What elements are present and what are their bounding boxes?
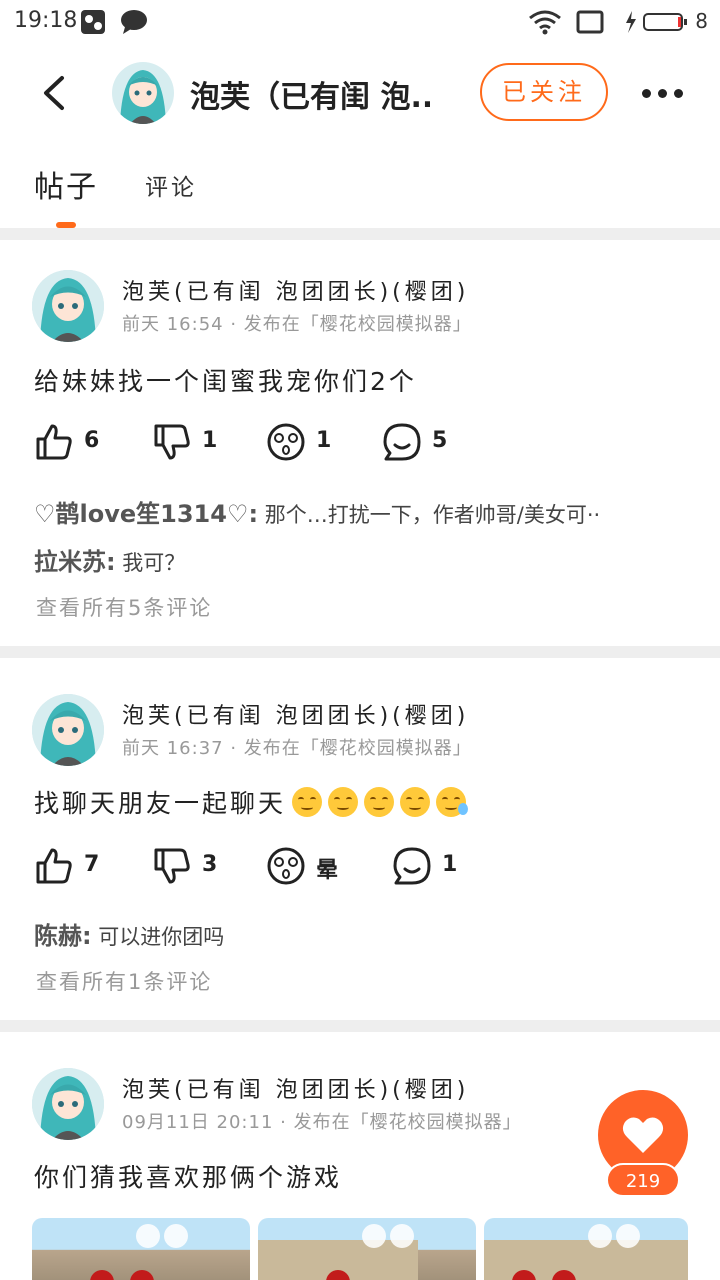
more-dot-icon xyxy=(674,89,683,98)
post-text[interactable]: 你们猜我喜欢那俩个游戏 xyxy=(34,1158,342,1194)
comment-preview[interactable]: ♡鹊love笙1314♡: 那个…打扰一下，作者帅哥/美女可·· xyxy=(34,494,694,529)
follow-button[interactable]: 已关注 xyxy=(480,63,608,121)
comment-button[interactable]: 1 xyxy=(392,844,482,888)
comment-user: ♡鹊love笙1314♡: xyxy=(34,500,259,528)
dizzy-face-icon xyxy=(267,847,305,885)
avatar[interactable] xyxy=(32,1068,104,1140)
comment-user: 陈赫: xyxy=(34,922,92,950)
smiling-face-icon xyxy=(364,787,395,817)
smiling-face-icon xyxy=(328,787,359,817)
post-actions: 7 3 晕 1 xyxy=(34,844,694,888)
comment-text: 可以进你团吗 xyxy=(98,925,225,949)
camera-app-icon xyxy=(80,9,106,39)
back-button[interactable] xyxy=(30,68,80,118)
sleepy-face-icon xyxy=(436,787,469,817)
thumbs-down-icon xyxy=(154,424,190,460)
post-image[interactable] xyxy=(32,1218,250,1280)
comment-preview[interactable]: 拉米苏: 我可？ xyxy=(34,542,694,577)
more-dot-icon xyxy=(658,89,667,98)
battery-level: 8 xyxy=(695,9,708,33)
comment-bubble-icon xyxy=(393,847,431,885)
wifi-icon xyxy=(528,9,562,39)
smiling-face-icon xyxy=(400,787,431,817)
post-text[interactable]: 找聊天朋友一起聊天 xyxy=(34,784,469,820)
dizzy-face-icon xyxy=(267,423,305,461)
post-author[interactable]: 泡芙(已有闺 泡团团长)(樱团) xyxy=(122,1072,469,1104)
view-all-comments-link[interactable]: 查看所有1条评论 xyxy=(36,966,212,996)
post-actions: 6 1 1 5 xyxy=(34,420,694,464)
avatar[interactable] xyxy=(32,270,104,342)
dizzy-count: 晕 xyxy=(316,858,339,883)
dislike-count: 3 xyxy=(202,852,218,877)
dizzy-reaction-button[interactable]: 晕 xyxy=(266,844,366,888)
post-meta: 前天 16:54 · 发布在「樱花校园模拟器」 xyxy=(122,314,472,335)
post-meta: 09月11日 20:11 · 发布在「樱花校园模拟器」 xyxy=(122,1112,522,1133)
avatar[interactable] xyxy=(32,694,104,766)
comment-user: 拉米苏: xyxy=(34,548,116,576)
smiling-face-icon xyxy=(292,787,323,817)
more-options-button[interactable] xyxy=(636,76,690,110)
like-total-badge: 219 xyxy=(606,1163,680,1197)
profile-header: 泡芙（已有闺 泡.. 已关注 xyxy=(0,46,720,142)
post-author[interactable]: 泡芙(已有闺 泡团团长)(樱团) xyxy=(122,274,469,306)
section-divider xyxy=(0,646,720,658)
comment-bubble-icon xyxy=(383,423,421,461)
tab-bar: 帖子 评论 xyxy=(0,142,720,230)
sim-icon xyxy=(576,9,604,39)
thumbs-down-icon xyxy=(154,848,190,884)
battery-charging-icon xyxy=(624,9,690,39)
post-card[interactable]: 泡芙(已有闺 泡团团长)(樱团) 前天 16:54 · 发布在「樱花校园模拟器」… xyxy=(0,240,720,646)
comment-text: 那个…打扰一下，作者帅哥/美女可·· xyxy=(264,503,601,527)
comment-button[interactable]: 5 xyxy=(382,420,472,464)
comment-preview[interactable]: 陈赫: 可以进你团吗 xyxy=(34,916,694,951)
status-bar: 19:18 8 xyxy=(0,0,720,46)
like-button[interactable]: 6 xyxy=(34,420,124,464)
post-author[interactable]: 泡芙(已有闺 泡团团长)(樱团) xyxy=(122,698,469,730)
status-time: 19:18 xyxy=(14,8,78,33)
chat-notification-icon xyxy=(120,9,148,39)
post-image[interactable] xyxy=(258,1218,476,1280)
page-title: 泡芙（已有闺 泡.. xyxy=(190,80,430,115)
post-image[interactable] xyxy=(484,1218,688,1280)
dislike-count: 1 xyxy=(202,428,218,453)
tab-posts[interactable]: 帖子 xyxy=(34,162,98,206)
tab-comments[interactable]: 评论 xyxy=(145,168,197,202)
more-dot-icon xyxy=(642,89,651,98)
dizzy-reaction-button[interactable]: 1 xyxy=(266,420,366,464)
thumbs-up-icon xyxy=(36,424,72,460)
thumbs-up-icon xyxy=(36,848,72,884)
dizzy-count: 1 xyxy=(316,428,332,453)
comment-text: 我可？ xyxy=(122,551,186,575)
dislike-button[interactable]: 1 xyxy=(152,420,242,464)
dislike-button[interactable]: 3 xyxy=(152,844,242,888)
avatar[interactable] xyxy=(112,62,174,124)
comment-count: 1 xyxy=(442,852,458,877)
post-meta: 前天 16:37 · 发布在「樱花校园模拟器」 xyxy=(122,738,472,759)
like-button[interactable]: 7 xyxy=(34,844,124,888)
post-text[interactable]: 给妹妹找一个闺蜜我宠你们2个 xyxy=(34,362,417,398)
view-all-comments-link[interactable]: 查看所有5条评论 xyxy=(36,592,212,622)
section-divider xyxy=(0,1020,720,1032)
chevron-left-icon xyxy=(44,76,64,110)
post-text-content: 找聊天朋友一起聊天 xyxy=(34,789,287,818)
like-count: 7 xyxy=(84,852,100,877)
comment-count: 5 xyxy=(432,428,448,453)
like-count: 6 xyxy=(84,428,100,453)
section-divider xyxy=(0,228,720,240)
post-card[interactable]: 泡芙(已有闺 泡团团长)(樱团) 前天 16:37 · 发布在「樱花校园模拟器」… xyxy=(0,664,720,1020)
